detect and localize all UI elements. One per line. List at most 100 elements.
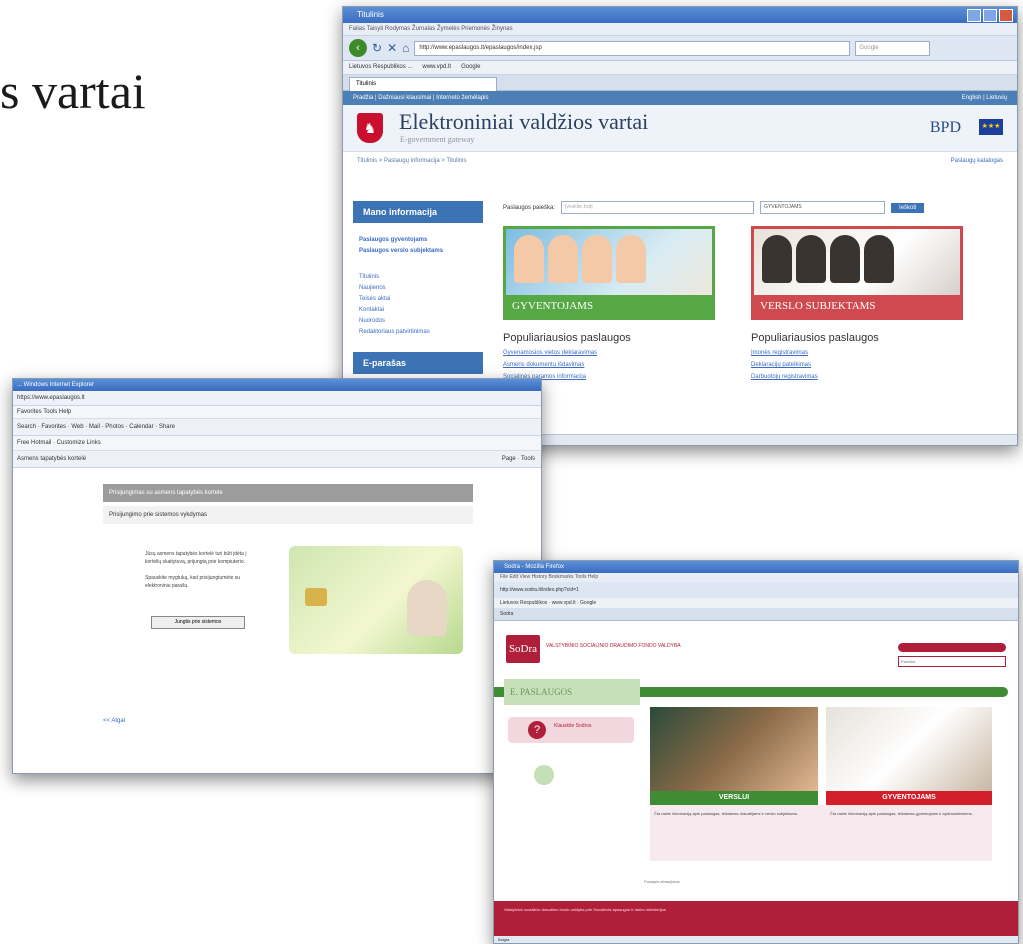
close-button[interactable] <box>999 9 1013 22</box>
sodra-header-tools: Paieška <box>898 643 1006 667</box>
window-title: Titulinis <box>357 10 384 19</box>
coat-of-arms-icon: ♞ <box>357 113 383 143</box>
bookmark-item[interactable]: www.vpd.lt <box>422 61 451 74</box>
leaf-icon <box>534 765 554 785</box>
menu-bar[interactable]: Favorites Tools Help <box>13 406 541 419</box>
tab-bar: Titulinis <box>343 75 1017 91</box>
residents-photo[interactable]: GYVENTOJAMS <box>503 226 715 320</box>
e-signature-button[interactable]: E-parašas <box>353 352 483 374</box>
sidebar-link[interactable]: Redaktoriaus patvirtinimas <box>359 329 483 335</box>
window-titlebar: Titulinis <box>343 7 1017 23</box>
card-business: VERSLO SUBJEKTAMS Populiariausios paslau… <box>751 226 963 386</box>
tab-titulinis[interactable]: Titulinis <box>349 77 497 91</box>
site-top-nav: Pradžia | Dažniausi klausimai | Internet… <box>343 91 1017 105</box>
back-button[interactable]: ‹ <box>349 39 367 57</box>
language-links[interactable]: English | Lietuvių <box>962 91 1007 105</box>
connect-button[interactable]: Jungtis prie sistemos <box>151 616 245 629</box>
favorites-bar[interactable]: Free Hotmail · Customize Links <box>13 436 541 451</box>
breadcrumb-links[interactable]: Titulinis > Paslaugų informacija > Titul… <box>357 158 467 164</box>
tab-e-services[interactable]: E. PASLAUGOS <box>504 679 640 705</box>
business-family-photo[interactable] <box>650 707 818 791</box>
sidebar-link[interactable]: Nuorodos <box>359 318 483 324</box>
service-link[interactable]: Gyvenamosios vietos deklaravimas <box>503 350 715 356</box>
breadcrumb: Titulinis > Paslaugų informacija > Titul… <box>343 152 1017 170</box>
search-label: Paslaugos paieška: <box>503 204 556 211</box>
business-photo[interactable]: VERSLO SUBJEKTAMS <box>751 226 963 320</box>
address-bar[interactable]: https://www.epaslaugos.lt <box>13 391 541 406</box>
address-bar[interactable]: http://www.sodra.lt/index.php?cid=1 <box>494 582 1018 598</box>
maximize-button[interactable] <box>983 9 997 22</box>
business-description: Čia rasite informaciją apie paslaugas, t… <box>654 811 799 816</box>
ask-sodra-box[interactable]: ? Klauskite Sodros <box>508 717 634 743</box>
site-subtitle: E-government gateway <box>400 135 475 144</box>
sidebar-link[interactable]: Teisės aktai <box>359 296 483 302</box>
residents-family-photo[interactable] <box>826 707 992 791</box>
bookmarks-toolbar[interactable]: Lietuvos Respublikos · www.vpd.lt · Goog… <box>494 598 1018 608</box>
sodra-search-input[interactable]: Paieška <box>898 656 1006 667</box>
navigation-toolbar: ‹ ↻ ✕ ⌂ http://www.epaslaugos.lt/epaslau… <box>343 36 1017 61</box>
business-label[interactable]: VERSLO SUBJEKTAMS <box>754 295 960 317</box>
ask-sodra-label: Klauskite Sodros <box>554 723 592 729</box>
residents-label[interactable]: GYVENTOJAMS <box>506 295 712 317</box>
bookmarks-toolbar: Lietuvos Respublikos ... www.vpd.lt Goog… <box>343 61 1017 75</box>
my-info-button[interactable]: Mano informacija <box>353 201 483 223</box>
window-titlebar: ... Windows Internet Explorer <box>13 379 541 391</box>
site-title: Elektroniniai valdžios vartai <box>399 109 649 134</box>
service-catalog-link[interactable]: Paslaugų katalogas <box>951 152 1003 170</box>
popular-services-heading: Populiariausios paslaugos <box>751 332 879 344</box>
main-content: Paslaugos paieška: Įveskite žodį GYVENTO… <box>503 201 1007 386</box>
service-link[interactable]: Įmonės registravimas <box>751 350 963 356</box>
sidebar-link[interactable]: Naujienos <box>359 285 483 291</box>
eu-flag-icon: ★★★ <box>979 119 1003 135</box>
menu-bar[interactable]: Failas Taisyti Rodymas Žurnalas Žymelės … <box>343 23 1017 36</box>
search-input[interactable]: Google <box>855 40 931 56</box>
service-search-row: Paslaugos paieška: Įveskite žodį GYVENTO… <box>503 201 1007 214</box>
page-tools-menu[interactable]: Page · Tools <box>502 451 535 467</box>
sodra-footer: Valstybinio socialinio draudimo fondo va… <box>494 901 1018 937</box>
residents-description: Čia rasite informaciją apie paslaugas, t… <box>830 811 973 816</box>
sodra-tagline: VALSTYBINIO SOCIALINIO DRAUDIMO FONDO VA… <box>546 643 681 649</box>
browser-window-id-card: ... Windows Internet Explorer https://ww… <box>12 378 542 774</box>
sidebar-link[interactable]: Titulinis <box>359 274 483 280</box>
residents-label[interactable]: GYVENTOJAMS <box>826 791 992 805</box>
service-link[interactable]: Asmens dokumentų išdavimas <box>503 362 715 368</box>
card-residents: GYVENTOJAMS Populiariausios paslaugos Gy… <box>503 226 715 386</box>
top-nav-links[interactable]: Pradžia | Dažniausi klausimai | Internet… <box>353 95 489 101</box>
audience-select[interactable]: GYVENTOJAMS <box>760 201 886 214</box>
tab-id-card[interactable]: Asmens tapatybės kortelė <box>17 456 86 462</box>
updated-note: Puslapis atnaujintas <box>644 879 680 884</box>
business-label[interactable]: VERSLUI <box>650 791 818 805</box>
page-body: Prisijungimas su asmens tapatybės kortel… <box>13 468 541 762</box>
back-link[interactable]: << Atgal <box>103 718 125 724</box>
menu-bar[interactable]: File Edit View History Bookmarks Tools H… <box>494 573 1018 582</box>
home-icon[interactable]: ⌂ <box>402 41 409 55</box>
address-bar[interactable]: http://www.epaslaugos.lt/epaslaugos/inde… <box>414 40 851 56</box>
login-header: Prisijungimas su asmens tapatybės kortel… <box>103 484 473 502</box>
audience-cards: GYVENTOJAMS Populiariausios paslaugos Gy… <box>503 226 1007 386</box>
tab-sodra[interactable]: Sodra <box>494 608 1018 621</box>
service-link[interactable]: Darbuotojų registravimas <box>751 374 963 380</box>
service-search-input[interactable]: Įveskite žodį <box>561 201 755 214</box>
portrait-icon <box>407 580 447 636</box>
instruction-text: Jūsų asmens tapatybės kortelė turi būti … <box>145 551 247 565</box>
service-link[interactable]: Deklaracijų pateikimas <box>751 362 963 368</box>
site-header: ♞ Elektroniniai valdžios vartai E-govern… <box>343 105 1017 152</box>
instruction-text: Spauskite mygtuką, kad prisijungtumėte s… <box>145 575 241 589</box>
sodra-logo[interactable]: SoDra <box>506 635 540 663</box>
sidebar-link[interactable]: Paslaugos gyventojams <box>359 237 483 243</box>
stop-icon[interactable]: ✕ <box>387 41 397 55</box>
reload-icon[interactable]: ↻ <box>372 41 382 55</box>
bookmark-item[interactable]: Lietuvos Respublikos ... <box>349 61 412 74</box>
search-button[interactable]: Ieškoti <box>891 202 925 213</box>
minimize-button[interactable] <box>967 9 981 22</box>
slide-title: s vartai <box>0 63 146 119</box>
browser-window-sodra: Sodra - Mozilla Firefox File Edit View H… <box>493 560 1019 944</box>
popular-services-heading: Populiariausios paslaugos <box>503 332 631 344</box>
sidebar-link[interactable]: Kontaktai <box>359 307 483 313</box>
toolbar[interactable]: Search · Favorites · Web · Mail · Photos… <box>13 419 541 436</box>
left-sidebar: Mano informacija Paslaugos gyventojams P… <box>353 201 483 388</box>
bookmark-item[interactable]: Google <box>461 61 480 74</box>
sidebar-link[interactable]: Paslaugos verslo subjektams <box>359 248 483 254</box>
login-pill-button[interactable] <box>898 643 1006 652</box>
status-bar: Baigta <box>494 936 1018 943</box>
